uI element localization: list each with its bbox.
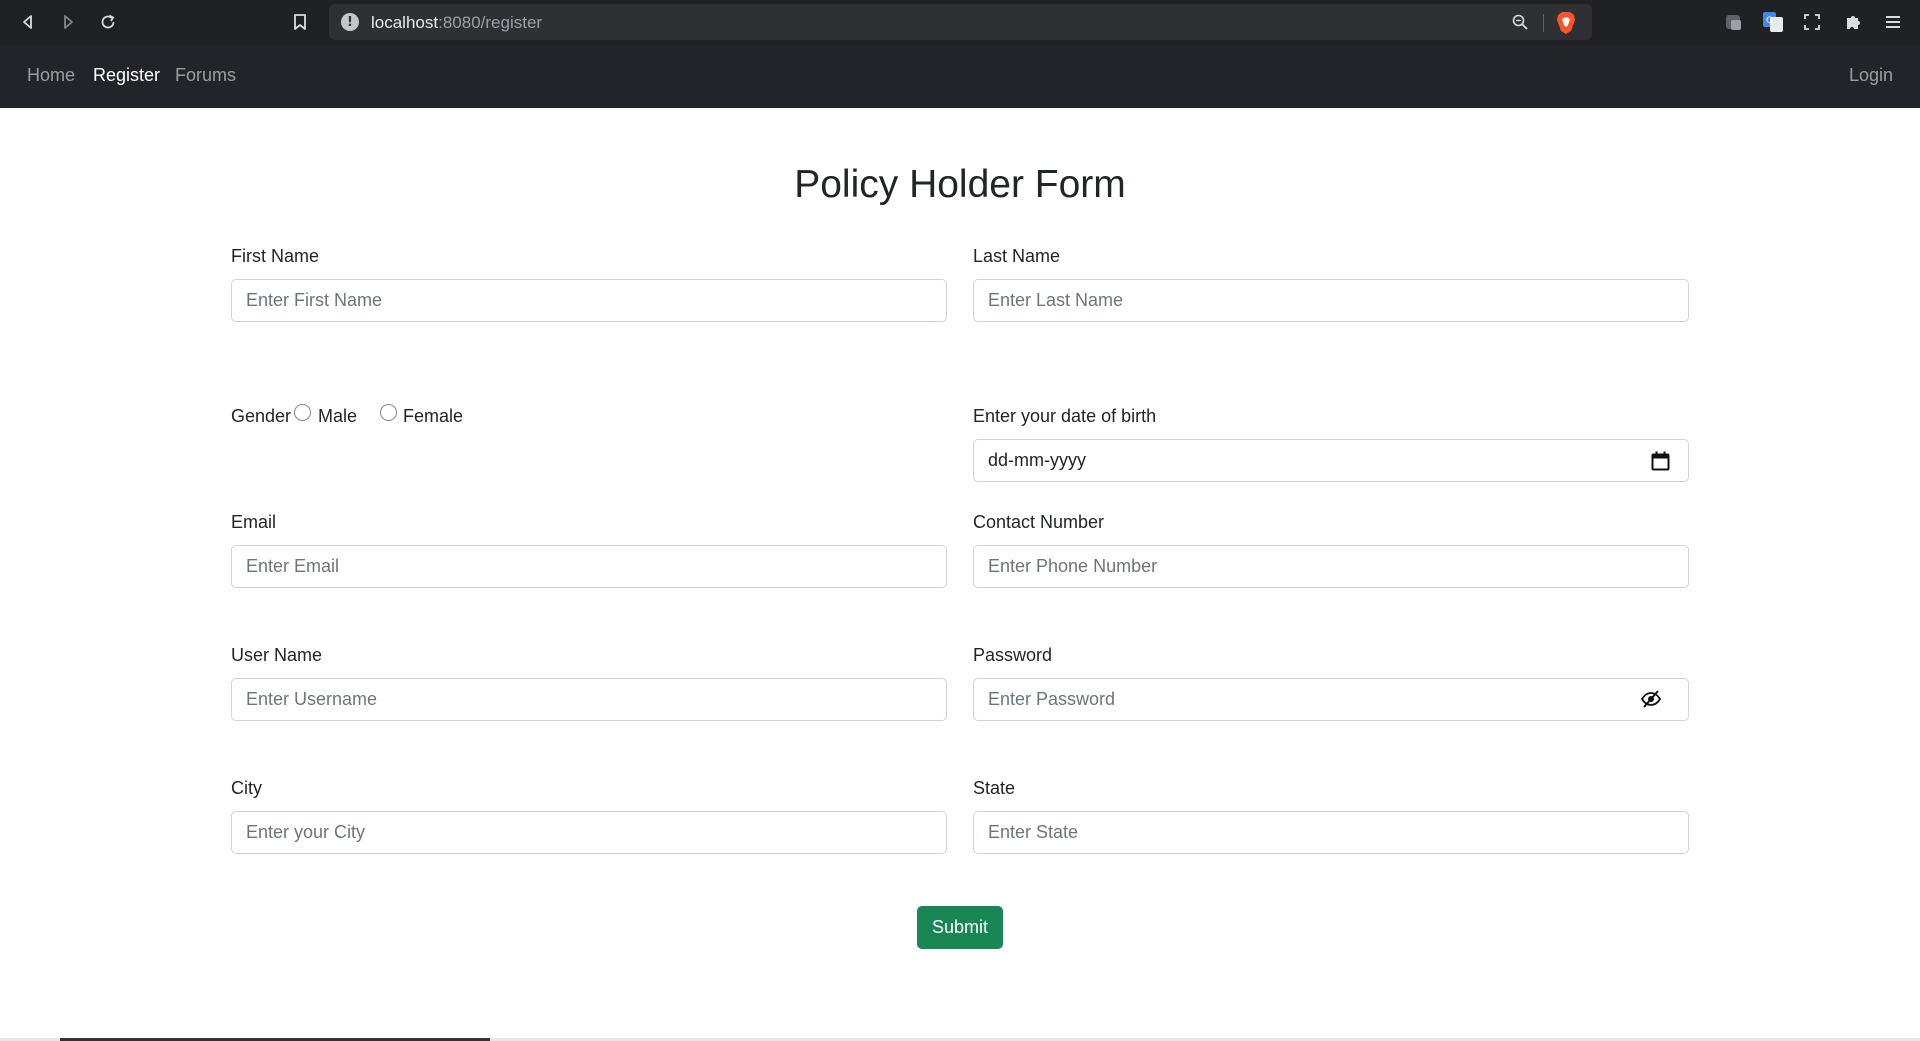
url-path: :8080/register [438, 13, 543, 32]
forward-icon[interactable] [54, 8, 82, 36]
gender-label: Gender [231, 406, 292, 426]
gender-female-radio[interactable] [380, 404, 397, 421]
last-name-label: Last Name [973, 246, 1061, 266]
zoom-icon[interactable] [1511, 13, 1529, 36]
nav-forums[interactable]: Forums [175, 65, 236, 86]
menu-icon[interactable] [1879, 8, 1907, 36]
reload-icon[interactable] [94, 8, 122, 36]
extension-icon[interactable] [1719, 8, 1747, 36]
url-text[interactable]: localhost:8080/register [371, 13, 542, 33]
puzzle-icon[interactable] [1839, 8, 1867, 36]
nav-login[interactable]: Login [1849, 65, 1893, 86]
last-name-input[interactable] [973, 279, 1689, 322]
password-wrapper [973, 678, 1689, 721]
contact-number-label: Contact Number [973, 512, 1105, 532]
first-name-label: First Name [231, 246, 320, 266]
screenshot-icon[interactable] [1798, 8, 1826, 36]
username-input[interactable] [231, 678, 947, 721]
dob-input[interactable]: dd-mm-yyyy [973, 439, 1689, 482]
state-input[interactable] [973, 811, 1689, 854]
calendar-icon[interactable] [1651, 451, 1670, 471]
first-name-input[interactable] [231, 279, 947, 322]
email-label: Email [231, 512, 277, 532]
eye-slash-icon[interactable] [1641, 690, 1661, 708]
browser-toolbar: ! localhost:8080/register G [0, 0, 1920, 45]
nav-home[interactable]: Home [27, 65, 75, 86]
submit-button[interactable]: Submit [917, 906, 1003, 949]
dob-value: dd-mm-yyyy [988, 450, 1086, 470]
city-input[interactable] [231, 811, 947, 854]
bookmark-icon[interactable] [286, 8, 314, 36]
password-label: Password [973, 645, 1053, 665]
gender-female-label[interactable]: Female [403, 406, 463, 427]
url-host: localhost [371, 13, 439, 32]
translate-icon[interactable]: G [1759, 8, 1787, 36]
url-divider [1543, 14, 1544, 32]
gender-male-radio[interactable] [294, 404, 311, 421]
site-info-icon[interactable]: ! [341, 13, 359, 31]
contact-number-input[interactable] [973, 545, 1689, 588]
svg-text:G: G [1766, 16, 1773, 26]
app-navbar: Home Register Forums Login [0, 45, 1920, 108]
brave-shield-icon[interactable] [1555, 11, 1577, 40]
username-label: User Name [231, 645, 323, 665]
nav-register[interactable]: Register [93, 65, 160, 86]
email-input[interactable] [231, 545, 947, 588]
password-input[interactable] [973, 678, 1689, 721]
gender-male-label[interactable]: Male [318, 406, 357, 427]
address-bar[interactable]: ! localhost:8080/register [329, 4, 1592, 40]
state-label: State [973, 778, 1016, 798]
back-icon[interactable] [14, 8, 42, 36]
dob-label: Enter your date of birth [973, 406, 1157, 426]
page-title: Policy Holder Form [794, 163, 1126, 206]
city-label: City [231, 778, 262, 798]
